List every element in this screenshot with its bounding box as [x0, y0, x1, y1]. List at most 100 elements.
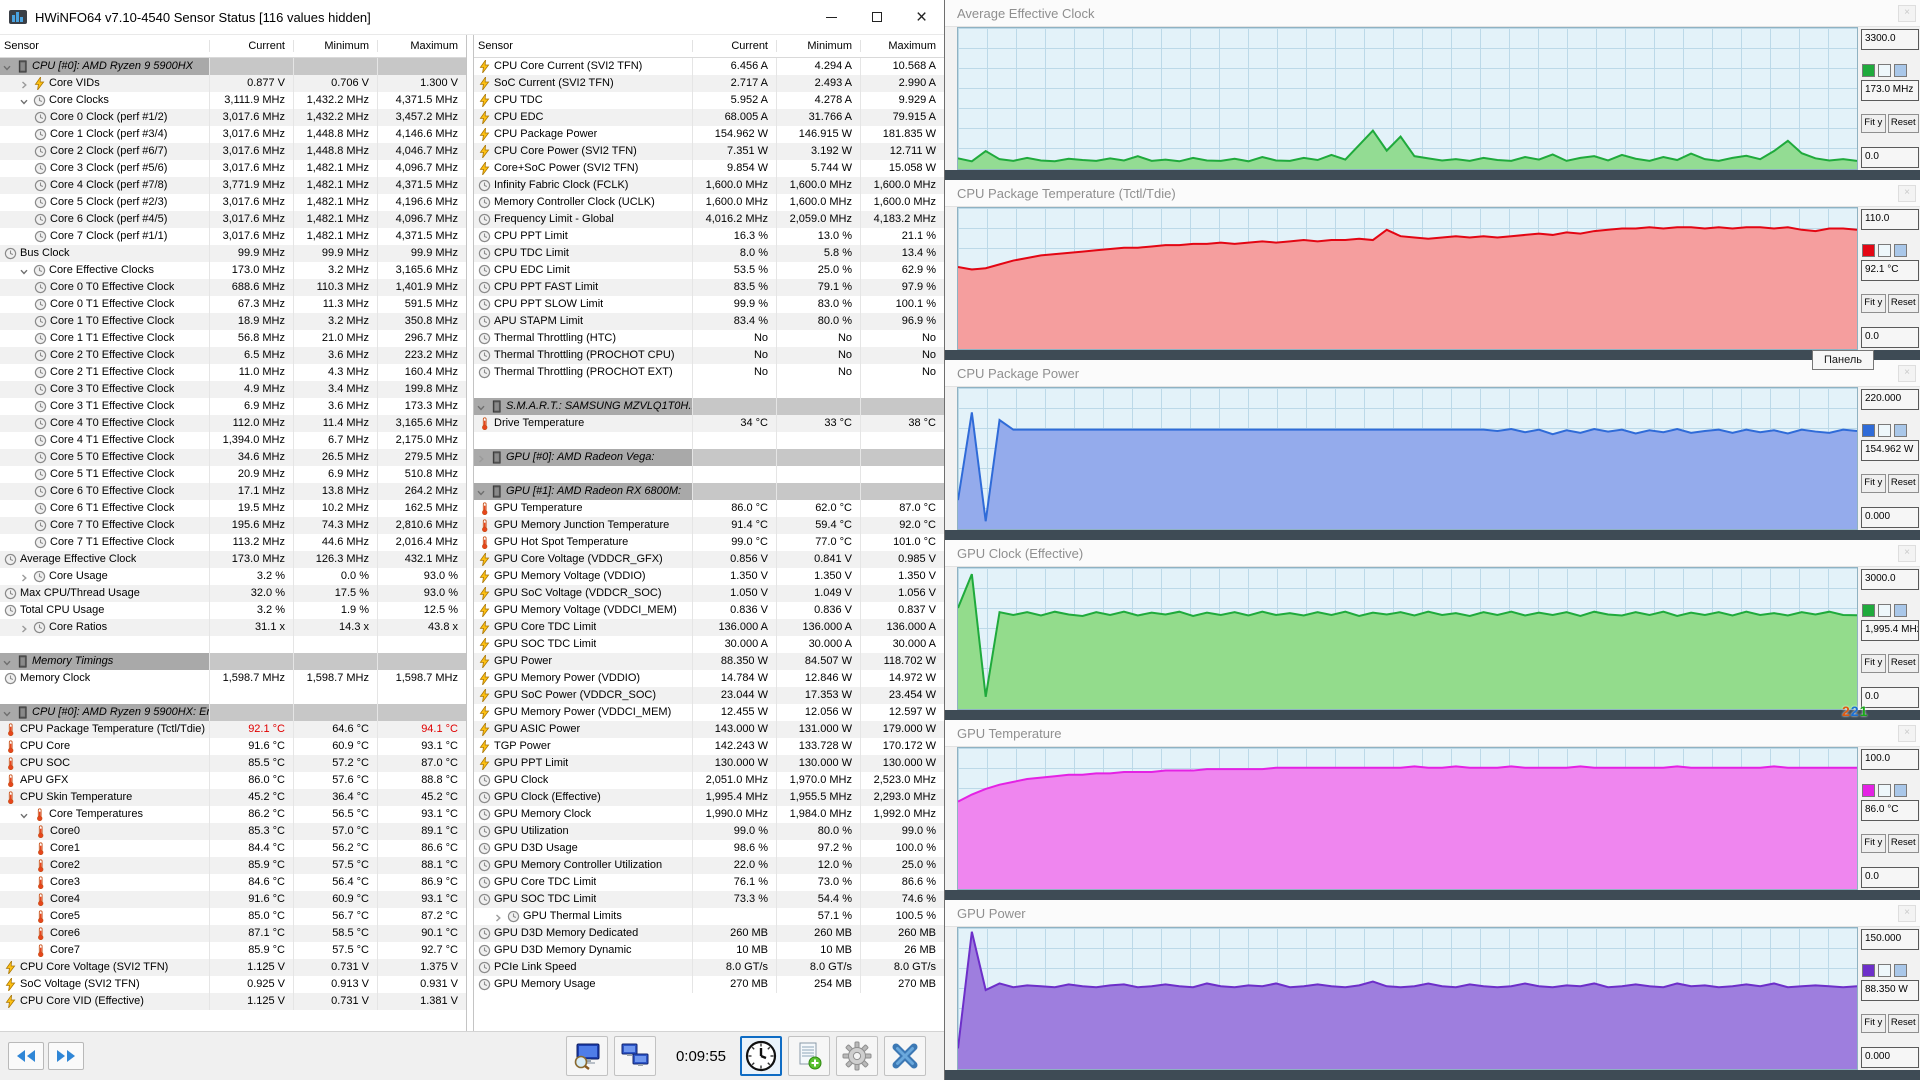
sensor-row[interactable]: Infinity Fabric Clock (FCLK)1,600.0 MHz1…: [474, 177, 944, 194]
reset-button[interactable]: Reset: [1888, 654, 1919, 673]
chevron-right-icon[interactable]: [493, 912, 505, 922]
exit-button[interactable]: [884, 1036, 926, 1076]
sensor-section-row[interactable]: Memory Timings: [0, 653, 466, 670]
reset-button[interactable]: Reset: [1888, 294, 1919, 313]
sensor-row[interactable]: Core 4 Clock (perf #7/8)3,771.9 MHz1,482…: [0, 177, 466, 194]
graph-plot-area[interactable]: [957, 747, 1858, 890]
sensor-row[interactable]: Thermal Throttling (PROCHOT CPU)NoNoNo: [474, 347, 944, 364]
sensor-row[interactable]: Core 2 T1 Effective Clock11.0 MHz4.3 MHz…: [0, 364, 466, 381]
sensor-row[interactable]: GPU ASIC Power143.000 W131.000 W179.000 …: [474, 721, 944, 738]
sensor-row[interactable]: GPU SoC Voltage (VDDCR_SOC)1.050 V1.049 …: [474, 585, 944, 602]
sensor-row[interactable]: Core 1 T0 Effective Clock18.9 MHz3.2 MHz…: [0, 313, 466, 330]
graph-close-button[interactable]: ×: [1898, 545, 1916, 562]
sensor-row[interactable]: Thermal Throttling (HTC)NoNoNo: [474, 330, 944, 347]
graph-titlebar[interactable]: GPU Temperature×: [945, 720, 1920, 747]
sensor-row[interactable]: GPU Memory Junction Temperature91.4 °C59…: [474, 517, 944, 534]
sensor-row[interactable]: Core 6 Clock (perf #4/5)3,017.6 MHz1,482…: [0, 211, 466, 228]
sensor-row[interactable]: Core 4 T0 Effective Clock112.0 MHz11.4 M…: [0, 415, 466, 432]
sensor-row[interactable]: Core 0 T1 Effective Clock67.3 MHz11.3 MH…: [0, 296, 466, 313]
sensor-row[interactable]: Core Usage3.2 %0.0 %93.0 %: [0, 568, 466, 585]
sensor-row[interactable]: CPU Core Power (SVI2 TFN)7.351 W3.192 W1…: [474, 143, 944, 160]
pane-splitter[interactable]: [466, 35, 474, 1031]
chevron-down-icon[interactable]: [19, 266, 31, 276]
sensor-row[interactable]: Core 7 Clock (perf #1/1)3,017.6 MHz1,482…: [0, 228, 466, 245]
sensor-row[interactable]: Core 4 T1 Effective Clock1,394.0 MHz6.7 …: [0, 432, 466, 449]
move-value-left-button[interactable]: [8, 1042, 44, 1070]
sensor-row[interactable]: CPU PPT SLOW Limit99.9 %83.0 %100.1 %: [474, 296, 944, 313]
sensor-row[interactable]: GPU SoC Power (VDDCR_SOC)23.044 W17.353 …: [474, 687, 944, 704]
chevron-down-icon[interactable]: [19, 810, 31, 820]
column-current[interactable]: Current: [209, 40, 293, 52]
sensor-row[interactable]: Core 6 T1 Effective Clock19.5 MHz10.2 MH…: [0, 500, 466, 517]
sensor-display-button[interactable]: [566, 1036, 608, 1076]
sensor-row[interactable]: CPU Package Power154.962 W146.915 W181.8…: [474, 126, 944, 143]
graph-plot-area[interactable]: [957, 387, 1858, 530]
graph-plot-area[interactable]: [957, 207, 1858, 350]
sensor-row[interactable]: GPU D3D Memory Dedicated260 MB260 MB260 …: [474, 925, 944, 942]
sensor-row[interactable]: Core285.9 °C57.5 °C88.1 °C: [0, 857, 466, 874]
chevron-down-icon[interactable]: [2, 657, 14, 667]
column-header-right[interactable]: Sensor Current Minimum Maximum: [474, 35, 944, 58]
sensor-row[interactable]: Average Effective Clock173.0 MHz126.3 MH…: [0, 551, 466, 568]
sensor-row[interactable]: Core085.3 °C57.0 °C89.1 °C: [0, 823, 466, 840]
chevron-right-icon[interactable]: [19, 572, 31, 582]
sensor-row[interactable]: Core 7 T0 Effective Clock195.6 MHz74.3 M…: [0, 517, 466, 534]
sensor-row[interactable]: Bus Clock99.9 MHz99.9 MHz99.9 MHz: [0, 245, 466, 262]
sensor-section-row[interactable]: S.M.A.R.T.: SAMSUNG MZVLQ1T0H...: [474, 398, 944, 415]
minimize-button[interactable]: [809, 0, 854, 34]
sensor-row[interactable]: Core384.6 °C56.4 °C86.9 °C: [0, 874, 466, 891]
sensor-row[interactable]: CPU PPT Limit16.3 %13.0 %21.1 %: [474, 228, 944, 245]
sensor-row[interactable]: CPU Core VID (Effective)1.125 V0.731 V1.…: [0, 993, 466, 1010]
column-minimum[interactable]: Minimum: [293, 40, 377, 52]
sensor-section-row[interactable]: GPU [#1]: AMD Radeon RX 6800M:: [474, 483, 944, 500]
graph-close-button[interactable]: ×: [1898, 905, 1916, 922]
sensor-row[interactable]: Core 2 Clock (perf #6/7)3,017.6 MHz1,448…: [0, 143, 466, 160]
sensor-row[interactable]: Core 7 T1 Effective Clock113.2 MHz44.6 M…: [0, 534, 466, 551]
sensor-row[interactable]: CPU Core91.6 °C60.9 °C93.1 °C: [0, 738, 466, 755]
sensor-row[interactable]: SoC Current (SVI2 TFN)2.717 A2.493 A2.99…: [474, 75, 944, 92]
sensor-row[interactable]: CPU Skin Temperature45.2 °C36.4 °C45.2 °…: [0, 789, 466, 806]
reset-button[interactable]: Reset: [1888, 834, 1919, 853]
maximize-button[interactable]: [854, 0, 899, 34]
sensor-row[interactable]: SoC Voltage (SVI2 TFN)0.925 V0.913 V0.93…: [0, 976, 466, 993]
graph-titlebar[interactable]: CPU Package Temperature (Tctl/Tdie)×: [945, 180, 1920, 207]
graph-titlebar[interactable]: Average Effective Clock×: [945, 0, 1920, 27]
chevron-right-icon[interactable]: [476, 453, 488, 463]
sensor-row[interactable]: Core 1 T1 Effective Clock56.8 MHz21.0 MH…: [0, 330, 466, 347]
move-value-right-button[interactable]: [48, 1042, 84, 1070]
sensor-row[interactable]: Core 1 Clock (perf #3/4)3,017.6 MHz1,448…: [0, 126, 466, 143]
sensor-row[interactable]: GPU Clock (Effective)1,995.4 MHz1,955.5 …: [474, 789, 944, 806]
sensor-row[interactable]: GPU Core TDC Limit136.000 A136.000 A136.…: [474, 619, 944, 636]
sensor-row[interactable]: GPU Memory Power (VDDIO)14.784 W12.846 W…: [474, 670, 944, 687]
sensor-row[interactable]: Thermal Throttling (PROCHOT EXT)NoNoNo: [474, 364, 944, 381]
sensor-row[interactable]: GPU D3D Memory Dynamic10 MB10 MB26 MB: [474, 942, 944, 959]
sensor-row[interactable]: APU STAPM Limit83.4 %80.0 %96.9 %: [474, 313, 944, 330]
column-header-left[interactable]: Sensor Current Minimum Maximum: [0, 35, 466, 58]
sensor-row[interactable]: GPU Power88.350 W84.507 W118.702 W: [474, 653, 944, 670]
reset-button[interactable]: Reset: [1888, 474, 1919, 493]
reset-button[interactable]: Reset: [1888, 1014, 1919, 1033]
logging-clock-button[interactable]: [740, 1036, 782, 1076]
sensor-row[interactable]: Core Ratios31.1 x14.3 x43.8 x: [0, 619, 466, 636]
sensor-row[interactable]: GPU Core Voltage (VDDCR_GFX)0.856 V0.841…: [474, 551, 944, 568]
sensor-row[interactable]: GPU Core TDC Limit76.1 %73.0 %86.6 %: [474, 874, 944, 891]
sensor-row[interactable]: TGP Power142.243 W133.728 W170.172 W: [474, 738, 944, 755]
chevron-right-icon[interactable]: [19, 79, 31, 89]
sensor-row[interactable]: Core184.4 °C56.2 °C86.6 °C: [0, 840, 466, 857]
sensor-section-row[interactable]: CPU [#0]: AMD Ryzen 9 5900HX: Enha...: [0, 704, 466, 721]
sensor-row[interactable]: Core 5 Clock (perf #2/3)3,017.6 MHz1,482…: [0, 194, 466, 211]
sensor-row[interactable]: CPU Package Temperature (Tctl/Tdie)92.1 …: [0, 721, 466, 738]
sensor-row[interactable]: Core785.9 °C57.5 °C92.7 °C: [0, 942, 466, 959]
column-sensor[interactable]: Sensor: [0, 40, 209, 52]
fit-y-button[interactable]: Fit y: [1861, 834, 1886, 853]
sensor-row[interactable]: Total CPU Usage3.2 %1.9 %12.5 %: [0, 602, 466, 619]
chevron-down-icon[interactable]: [476, 487, 488, 497]
fit-y-button[interactable]: Fit y: [1861, 114, 1886, 133]
column-sensor[interactable]: Sensor: [474, 40, 692, 52]
sensor-row[interactable]: GPU Memory Clock1,990.0 MHz1,984.0 MHz1,…: [474, 806, 944, 823]
sensor-row[interactable]: Memory Controller Clock (UCLK)1,600.0 MH…: [474, 194, 944, 211]
sensor-row[interactable]: Core 5 T1 Effective Clock20.9 MHz6.9 MHz…: [0, 466, 466, 483]
sensor-section-row[interactable]: GPU [#0]: AMD Radeon Vega:: [474, 449, 944, 466]
column-maximum[interactable]: Maximum: [860, 40, 944, 52]
settings-button[interactable]: [836, 1036, 878, 1076]
